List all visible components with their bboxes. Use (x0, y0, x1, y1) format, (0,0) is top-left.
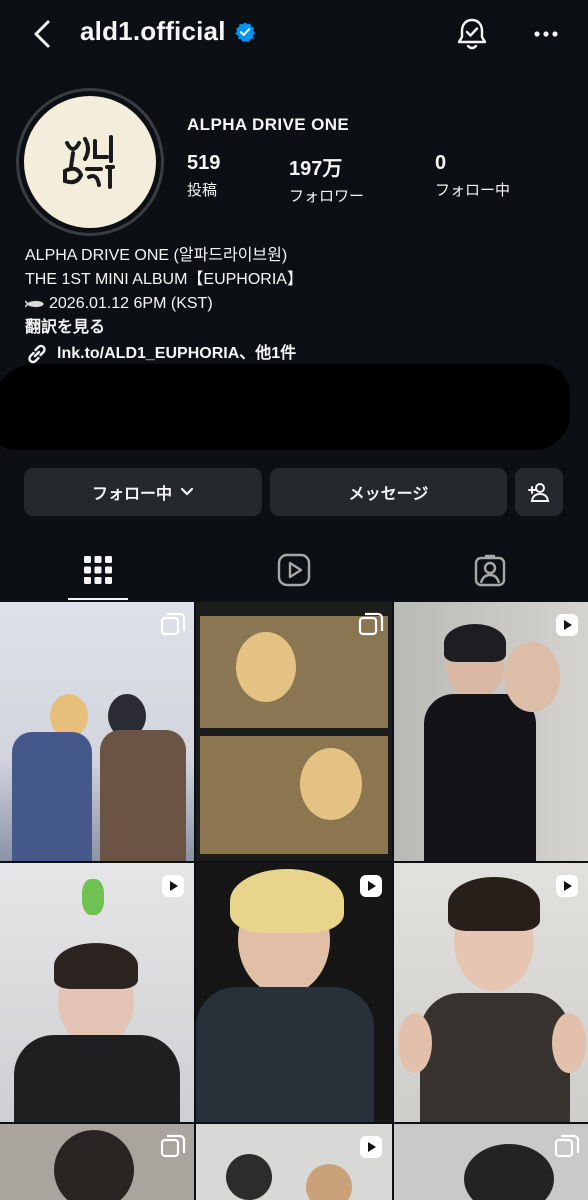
stat-value: 197万 (289, 158, 343, 180)
carousel-icon (554, 1134, 580, 1158)
brand-logo-icon (63, 135, 115, 189)
more-options-button[interactable] (526, 14, 566, 54)
message-button[interactable]: メッセージ (270, 468, 507, 516)
suggested-users-button[interactable] (515, 468, 563, 516)
message-label: メッセージ (348, 486, 429, 503)
photo-person (236, 632, 296, 702)
photo-person (306, 1164, 352, 1200)
top-bar: ald1.official (0, 0, 588, 68)
bio-link[interactable]: lnk.to/ALD1_EUPHORIA、他1件 (25, 342, 565, 366)
profile-avatar[interactable] (16, 88, 164, 236)
photo-person (300, 748, 362, 820)
chevron-left-icon (34, 20, 50, 48)
tab-tagged[interactable] (392, 540, 588, 600)
bio-link-text: lnk.to/ALD1_EUPHORIA、他1件 (57, 345, 297, 362)
photo-figure (82, 879, 104, 915)
username-title: ald1.official (80, 16, 256, 47)
following-label: フォロー中 (91, 486, 172, 503)
grid-icon (84, 556, 112, 584)
photo-hand (398, 1013, 432, 1073)
release-date: 2026.01.12 6PM (KST) (49, 295, 213, 312)
reels-icon (277, 553, 311, 587)
post-thumbnail[interactable] (394, 602, 588, 861)
photo-hair (448, 877, 540, 931)
photo-hair (230, 869, 344, 933)
bell-check-icon (457, 18, 487, 50)
stat-label: フォロー中 (435, 182, 511, 199)
post-thumbnail[interactable] (196, 863, 392, 1122)
carousel-icon (160, 612, 186, 636)
reel-icon (556, 614, 578, 636)
photo-clothing (100, 730, 186, 861)
username: ald1.official (80, 16, 226, 46)
profile-display-name: ALPHA DRIVE ONE (187, 115, 350, 134)
more-icon (534, 31, 558, 37)
reel-icon (162, 875, 184, 897)
tab-reels[interactable] (196, 540, 392, 600)
stat-label: 投稿 (187, 182, 218, 199)
photo-clothing (14, 1035, 180, 1122)
stat-value: 519 (187, 152, 221, 174)
post-thumbnail[interactable] (196, 1124, 392, 1200)
photo-clothing (196, 987, 374, 1122)
reel-icon (360, 1136, 382, 1158)
post-thumbnail[interactable] (196, 602, 392, 861)
photo-person (226, 1154, 272, 1200)
profile-page: ald1.official ALPHA DRIVE ONE 519 投稿 197… (0, 0, 588, 1200)
avatar-logo (24, 96, 156, 228)
notifications-button[interactable] (452, 14, 492, 54)
selected-tab-indicator (68, 598, 128, 600)
chevron-down-icon (180, 487, 194, 496)
posts-count[interactable]: 519 投稿 (187, 152, 220, 200)
reel-icon (360, 875, 382, 897)
photo-hair (54, 1130, 134, 1200)
carousel-icon (358, 612, 384, 636)
post-thumbnail[interactable] (0, 863, 194, 1122)
add-person-icon (528, 483, 550, 502)
photo-hair (464, 1144, 554, 1200)
photo-clothing (424, 694, 536, 861)
see-translation-link[interactable]: 翻訳を見る (25, 316, 565, 340)
photo-hand (552, 1013, 586, 1073)
bio-line: THE 1ST MINI ALBUM【EUPHORIA】 (25, 271, 303, 288)
following-count[interactable]: 0 フォロー中 (435, 152, 510, 200)
bio-line: ALPHA DRIVE ONE (알파드라이브원) (25, 247, 288, 264)
tab-posts[interactable] (0, 540, 196, 600)
profile-bio: ALPHA DRIVE ONE (알파드라이브원) THE 1ST MINI A… (24, 244, 565, 366)
bio-line-date: 2026.01.12 6PM (KST) (24, 292, 565, 316)
photo-hair (444, 624, 506, 662)
following-button[interactable]: フォロー中 (24, 468, 262, 516)
reel-icon (556, 875, 578, 897)
stat-label: フォロワー (289, 188, 365, 205)
post-thumbnail[interactable] (394, 863, 588, 1122)
posts-grid (0, 602, 588, 1200)
post-thumbnail[interactable] (0, 1124, 194, 1200)
redacted-area (0, 364, 570, 450)
post-thumbnail[interactable] (0, 602, 194, 861)
followers-count[interactable]: 197万 フォロワー (289, 152, 364, 206)
stat-value: 0 (435, 152, 447, 174)
photo-clothing (420, 993, 570, 1122)
post-thumbnail[interactable] (394, 1124, 588, 1200)
photo-hair (54, 943, 138, 989)
back-button[interactable] (26, 14, 58, 54)
rocket-emoji-icon (24, 300, 44, 308)
link-icon (28, 344, 46, 364)
tagged-icon (474, 554, 506, 587)
carousel-icon (160, 1134, 186, 1158)
verified-badge-icon (234, 21, 256, 43)
photo-clothing (12, 732, 92, 861)
photo-hand (504, 642, 560, 712)
